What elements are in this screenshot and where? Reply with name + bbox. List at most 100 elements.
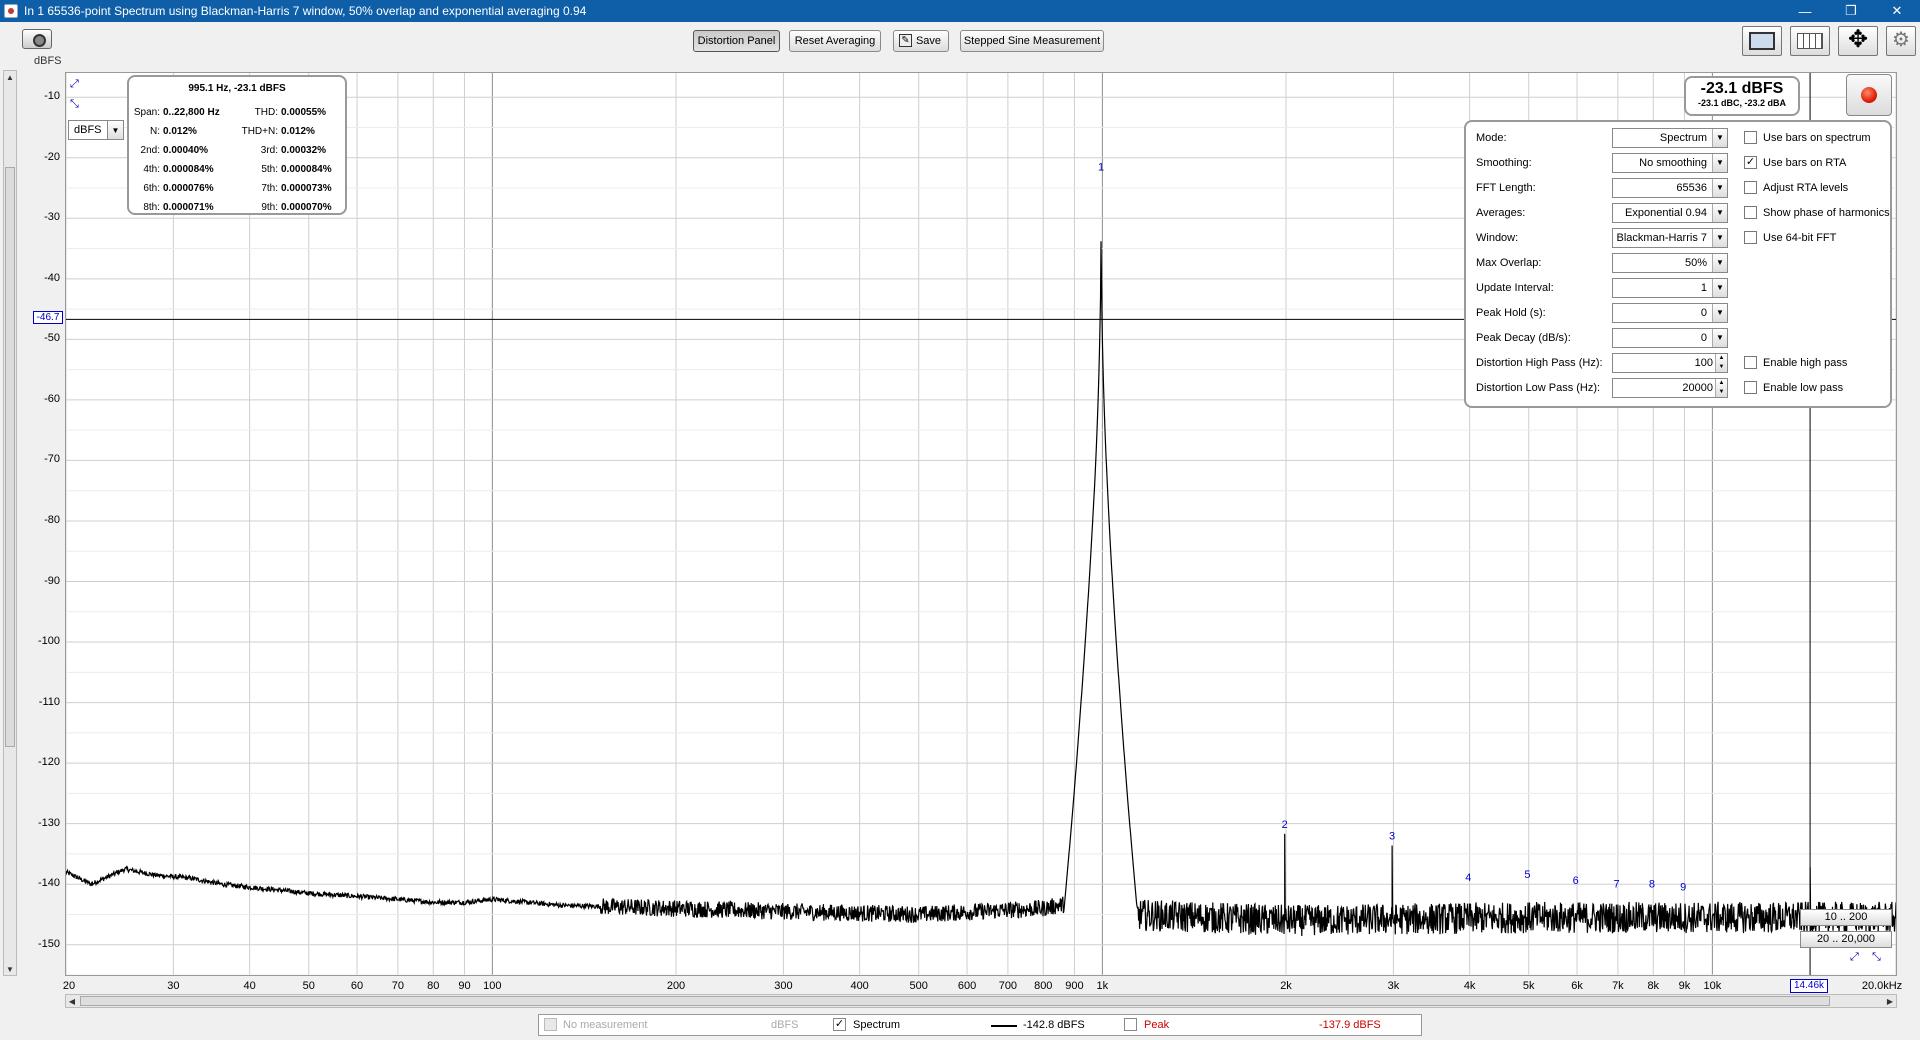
distortion-l2: 9th: xyxy=(261,202,278,213)
y-tick-label: -90 xyxy=(44,574,60,587)
y-tick-label: -60 xyxy=(44,392,60,405)
x-tick-label: 60 xyxy=(350,980,364,992)
no-measurement-checkbox xyxy=(544,1018,557,1031)
settings-combo[interactable]: Blackman-Harris 7 ▼ xyxy=(1612,228,1728,248)
settings-row: Peak Decay (dB/s): 0 ▼ xyxy=(1476,328,1886,348)
settings-value: 100 xyxy=(1694,357,1713,369)
checkbox-box[interactable] xyxy=(1744,206,1757,219)
minimize-button[interactable]: — xyxy=(1782,0,1828,22)
scroll-left-icon[interactable]: ◀ xyxy=(66,995,78,1007)
zoom-in-icon[interactable]: ⤢ xyxy=(70,78,79,91)
vertical-scrollbar[interactable]: ▲ ▼ xyxy=(3,70,17,976)
save-button[interactable]: ✎ Save xyxy=(893,30,949,52)
settings-label: Distortion High Pass (Hz): xyxy=(1476,357,1603,369)
harmonic-label: 5 xyxy=(1524,869,1530,881)
checkbox-box[interactable] xyxy=(1744,356,1757,369)
horizontal-scrollbar[interactable]: ◀ ▶ xyxy=(65,994,1897,1008)
spectrum-checkbox[interactable]: ✓ xyxy=(833,1018,846,1031)
checkbox-box[interactable] xyxy=(1744,131,1757,144)
horizontal-scroll-thumb[interactable] xyxy=(80,996,1830,1006)
spinner-arrows-icon[interactable]: ▲ ▼ xyxy=(1715,379,1727,397)
distortion-panel-button[interactable]: Distortion Panel xyxy=(693,30,780,52)
distortion-row: 8th: 0.000071% 9th: 0.000070% xyxy=(129,198,345,217)
chevron-down-icon[interactable]: ▼ xyxy=(1712,154,1727,172)
settings-combo[interactable]: 1 ▼ xyxy=(1612,278,1728,298)
chevron-down-icon[interactable]: ▼ xyxy=(1712,204,1727,222)
distortion-v1: 0.000084% xyxy=(163,164,214,175)
range-20-20000-button[interactable]: 20 .. 20,000 xyxy=(1800,931,1892,948)
chevron-down-icon[interactable]: ▼ xyxy=(1712,129,1727,147)
chevron-down-icon[interactable]: ▼ xyxy=(1712,279,1727,297)
chevron-down-icon[interactable]: ▼ xyxy=(1712,304,1727,322)
chevron-down-icon[interactable]: ▼ xyxy=(107,121,123,139)
checkbox-box[interactable]: ✓ xyxy=(1744,156,1757,169)
spinner-arrows-icon[interactable]: ▲ ▼ xyxy=(1715,354,1727,372)
settings-row: FFT Length: 65536 ▼ Adjust RTA levels xyxy=(1476,178,1886,198)
checkbox-box[interactable] xyxy=(1744,181,1757,194)
peak-label: Peak xyxy=(1144,1019,1170,1031)
settings-spinner[interactable]: 100 ▲ ▼ xyxy=(1612,353,1728,373)
scroll-right-icon[interactable]: ▶ xyxy=(1884,995,1896,1007)
chevron-down-icon[interactable]: ▼ xyxy=(1712,254,1727,272)
y-cursor-readout[interactable]: -46.7 xyxy=(33,311,63,324)
settings-combo[interactable]: No smoothing ▼ xyxy=(1612,153,1728,173)
reset-averaging-button[interactable]: Reset Averaging xyxy=(789,30,881,52)
scroll-up-icon[interactable]: ▲ xyxy=(4,71,16,83)
columns-view-icon[interactable] xyxy=(1790,26,1830,56)
settings-checkbox[interactable]: Enable high pass xyxy=(1744,356,1847,369)
restore-button[interactable]: ❐ xyxy=(1828,0,1874,22)
y-tick-label: -100 xyxy=(37,635,60,648)
checkbox-label: Use 64-bit FFT xyxy=(1763,231,1837,244)
chevron-down-icon[interactable]: ▼ xyxy=(1712,229,1727,247)
y-tick-label: -10 xyxy=(44,90,60,103)
save-icon: ✎ xyxy=(899,34,912,47)
settings-combo[interactable]: 65536 ▼ xyxy=(1612,178,1728,198)
unit-select[interactable]: dBFS ▼ xyxy=(68,120,124,140)
settings-checkbox[interactable]: Adjust RTA levels xyxy=(1744,181,1848,194)
y-tick-label: -120 xyxy=(37,756,60,769)
distortion-l2: 5th: xyxy=(261,164,278,175)
expand-arrows-icon[interactable]: ✥ xyxy=(1838,26,1878,56)
zoom-out-icon[interactable]: ⤡ xyxy=(70,98,79,111)
x-tick-label: 20.0kHz xyxy=(1861,980,1903,992)
x-tick-label: 90 xyxy=(458,980,471,992)
camera-icon[interactable] xyxy=(22,29,52,49)
close-button[interactable]: ✕ xyxy=(1874,0,1920,22)
settings-row: Mode: Spectrum ▼ Use bars on spectrum xyxy=(1476,128,1886,148)
settings-combo[interactable]: Spectrum ▼ xyxy=(1612,128,1728,148)
chevron-down-icon[interactable]: ▼ xyxy=(1712,329,1727,347)
monitor-view-icon[interactable] xyxy=(1742,26,1782,56)
level-weighted: -23.1 dBC, -23.2 dBA xyxy=(1697,98,1787,108)
legend-bar: No measurement dBFS ✓ Spectrum -142.8 dB… xyxy=(538,1014,1422,1036)
checkbox-label: Adjust RTA levels xyxy=(1763,181,1849,194)
settings-combo[interactable]: 50% ▼ xyxy=(1612,253,1728,273)
settings-checkbox[interactable]: Show phase of harmonics xyxy=(1744,206,1890,219)
y-tick-label: -140 xyxy=(37,877,60,890)
settings-checkbox[interactable]: Use bars on spectrum xyxy=(1744,131,1871,144)
zoom-in-x-icon[interactable]: ⤢ xyxy=(1850,951,1859,964)
settings-checkbox[interactable]: ✓ Use bars on RTA xyxy=(1744,156,1846,169)
scroll-down-icon[interactable]: ▼ xyxy=(4,963,16,975)
settings-value: Spectrum xyxy=(1659,132,1707,144)
settings-checkbox[interactable]: Enable low pass xyxy=(1744,381,1843,394)
settings-combo[interactable]: 0 ▼ xyxy=(1612,328,1728,348)
vertical-scroll-thumb[interactable] xyxy=(5,167,15,747)
x-cursor-readout[interactable]: 14.46k xyxy=(1790,979,1828,993)
stepped-sine-button[interactable]: Stepped Sine Measurement xyxy=(960,30,1104,52)
settings-spinner[interactable]: 20000 ▲ ▼ xyxy=(1612,378,1728,398)
peak-checkbox[interactable] xyxy=(1124,1018,1137,1031)
settings-checkbox[interactable]: Use 64-bit FFT xyxy=(1744,231,1836,244)
settings-value: 1 xyxy=(1700,282,1707,294)
checkbox-label: Show phase of harmonics xyxy=(1763,206,1890,219)
settings-label: Mode: xyxy=(1476,132,1507,144)
chevron-down-icon[interactable]: ▼ xyxy=(1712,179,1727,197)
settings-combo[interactable]: Exponential 0.94 ▼ xyxy=(1612,203,1728,223)
zoom-out-x-icon[interactable]: ⤡ xyxy=(1872,951,1881,964)
gear-icon[interactable]: ⚙ xyxy=(1886,26,1916,56)
range-10-200-button[interactable]: 10 .. 200 xyxy=(1800,909,1892,926)
record-button[interactable] xyxy=(1846,74,1892,116)
checkbox-box[interactable] xyxy=(1744,381,1757,394)
x-tick-label: 100 xyxy=(483,980,502,992)
settings-combo[interactable]: 0 ▼ xyxy=(1612,303,1728,323)
checkbox-box[interactable] xyxy=(1744,231,1757,244)
